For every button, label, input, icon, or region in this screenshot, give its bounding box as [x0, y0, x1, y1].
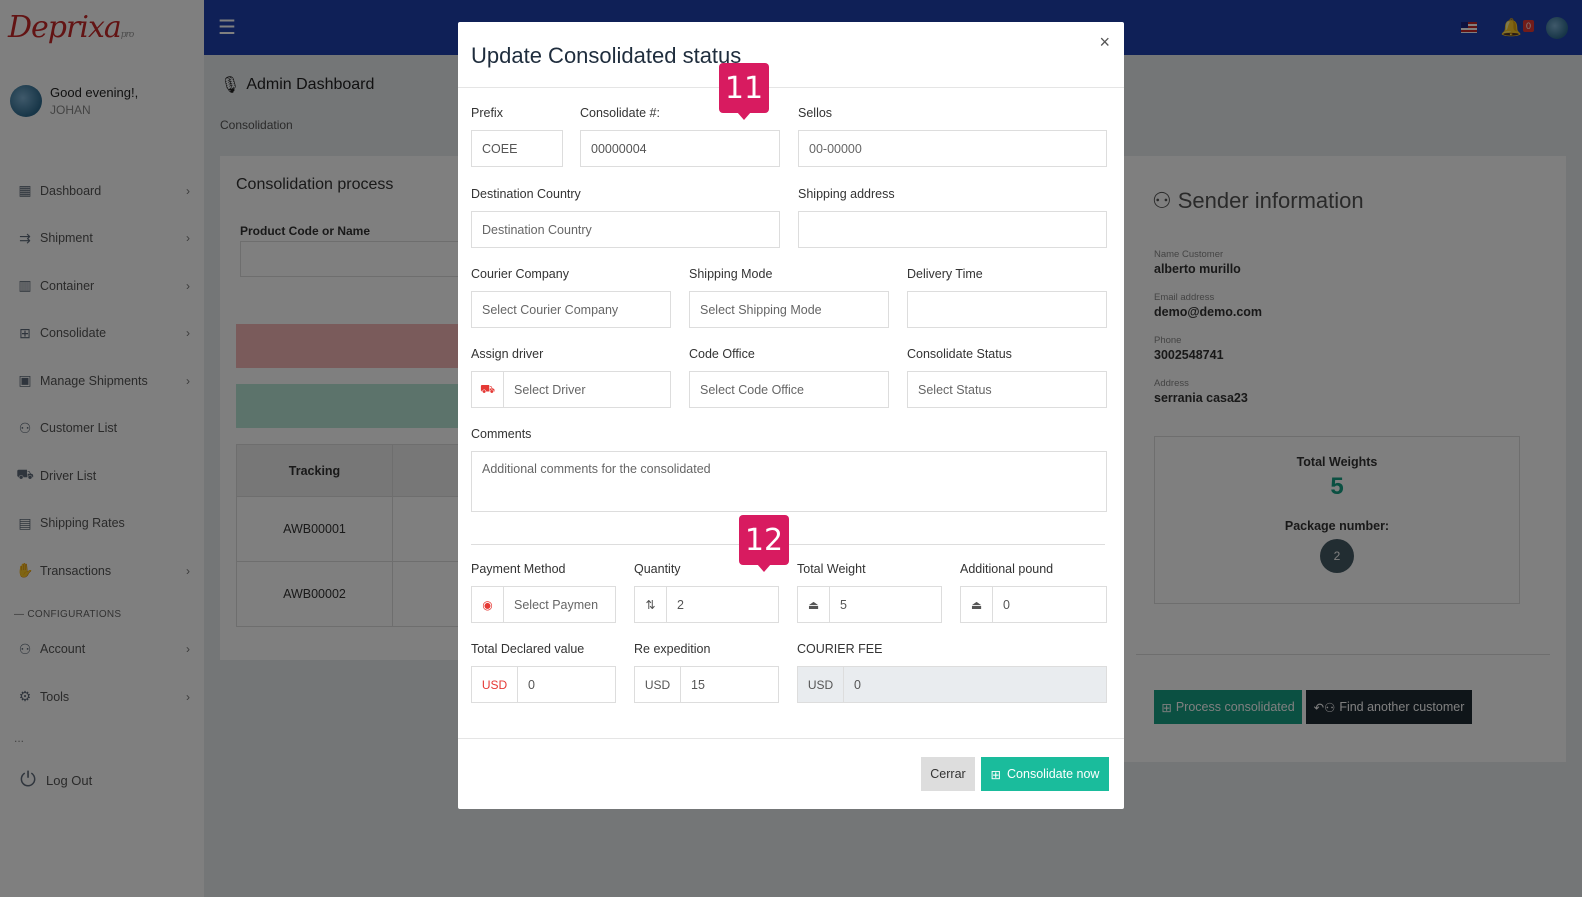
- consolidate-number-input[interactable]: 00000004: [580, 130, 780, 167]
- quantity-input[interactable]: ⇅ 2: [634, 586, 779, 623]
- total-weight-label: Total Weight: [797, 562, 866, 576]
- courier-company-label: Courier Company: [471, 267, 569, 281]
- sellos-field: Sellos 00-00000: [798, 106, 1107, 167]
- destination-country-label: Destination Country: [471, 187, 581, 201]
- total-declared-field: Total Declared value USD 0: [471, 642, 616, 703]
- sort-numeric-icon: ⇅: [635, 587, 667, 622]
- cancel-button[interactable]: Cerrar: [921, 757, 975, 791]
- currency-addon: USD: [472, 667, 518, 702]
- shipping-mode-select[interactable]: Select Shipping Mode: [689, 291, 889, 328]
- code-office-select[interactable]: Select Code Office: [689, 371, 889, 408]
- shipping-mode-field: Shipping Mode Select Shipping Mode: [689, 267, 889, 328]
- assign-driver-text: Select Driver: [514, 382, 586, 397]
- assign-driver-field: Assign driver ⛟ Select Driver: [471, 347, 671, 408]
- prefix-label: Prefix: [471, 106, 503, 120]
- sellos-input[interactable]: 00-00000: [798, 130, 1107, 167]
- code-office-label: Code Office: [689, 347, 755, 361]
- callout-badge: 12: [739, 515, 789, 572]
- payment-method-select[interactable]: ◉ Select Paymen: [471, 586, 616, 623]
- courier-company-select[interactable]: Select Courier Company: [471, 291, 671, 328]
- courier-fee-field: COURIER FEE USD 0: [797, 642, 1107, 703]
- code-office-field: Code Office Select Code Office: [689, 347, 889, 408]
- re-expedition-value: 15: [691, 677, 705, 692]
- shipping-address-input[interactable]: [798, 211, 1107, 248]
- payment-icon: ◉: [472, 587, 504, 622]
- comments-label: Comments: [471, 427, 532, 441]
- sellos-label: Sellos: [798, 106, 833, 120]
- consolidate-now-label: Consolidate now: [1007, 767, 1100, 781]
- shipping-mode-label: Shipping Mode: [689, 267, 773, 281]
- weight-icon: ⏏: [961, 587, 993, 622]
- delivery-time-label: Delivery Time: [907, 267, 983, 281]
- assign-driver-select[interactable]: ⛟ Select Driver: [471, 371, 671, 408]
- quantity-value: 2: [677, 597, 684, 612]
- comments-field: Comments Additional comments for the con…: [471, 427, 1107, 512]
- modal-footer: Cerrar ⊞ Consolidate now: [458, 738, 1124, 809]
- gift-icon: ⊞: [990, 767, 1002, 782]
- courier-company-field: Courier Company Select Courier Company: [471, 267, 671, 328]
- car-icon: ⛟: [472, 372, 504, 407]
- total-declared-input[interactable]: USD 0: [471, 666, 616, 703]
- courier-fee-value: 0: [854, 677, 861, 692]
- additional-pound-label: Additional pound: [960, 562, 1054, 576]
- destination-country-input[interactable]: Destination Country: [471, 211, 780, 248]
- update-consolidated-modal: Update Consolidated status × Prefix COEE…: [458, 22, 1124, 809]
- additional-pound-field: Additional pound ⏏ 0: [960, 562, 1107, 623]
- modal-title: Update Consolidated status: [471, 43, 742, 68]
- callout-badge: 11: [719, 63, 769, 120]
- delivery-time-input[interactable]: [907, 291, 1107, 328]
- payment-method-text: Select Paymen: [514, 597, 599, 612]
- destination-country-field: Destination Country Destination Country: [471, 187, 780, 248]
- total-weight-input[interactable]: ⏏ 5: [797, 586, 942, 623]
- consolidate-status-field: Consolidate Status Select Status: [907, 347, 1107, 408]
- assign-driver-label: Assign driver: [471, 347, 544, 361]
- currency-addon: USD: [798, 667, 844, 702]
- prefix-field: Prefix COEE: [471, 106, 563, 167]
- additional-pound-input[interactable]: ⏏ 0: [960, 586, 1107, 623]
- payment-method-field: Payment Method ◉ Select Paymen: [471, 562, 616, 623]
- total-declared-label: Total Declared value: [471, 642, 585, 656]
- total-weight-value: 5: [840, 597, 847, 612]
- shipping-address-field: Shipping address: [798, 187, 1107, 248]
- consolidate-status-label: Consolidate Status: [907, 347, 1012, 361]
- modal-header: Update Consolidated status ×: [458, 22, 1124, 88]
- courier-fee-label: COURIER FEE: [797, 642, 883, 656]
- re-expedition-label: Re expedition: [634, 642, 711, 656]
- re-expedition-input[interactable]: USD 15: [634, 666, 779, 703]
- additional-pound-value: 0: [1003, 597, 1010, 612]
- comments-textarea[interactable]: Additional comments for the consolidated: [471, 451, 1107, 512]
- payment-method-label: Payment Method: [471, 562, 566, 576]
- total-weight-field: Total Weight ⏏ 5: [797, 562, 942, 623]
- delivery-time-field: Delivery Time: [907, 267, 1107, 328]
- currency-addon: USD: [635, 667, 681, 702]
- weight-icon: ⏏: [798, 587, 830, 622]
- re-expedition-field: Re expedition USD 15: [634, 642, 779, 703]
- prefix-input[interactable]: COEE: [471, 130, 563, 167]
- courier-fee-input: USD 0: [797, 666, 1107, 703]
- consolidate-status-select[interactable]: Select Status: [907, 371, 1107, 408]
- close-icon[interactable]: ×: [1099, 32, 1110, 53]
- shipping-address-label: Shipping address: [798, 187, 895, 201]
- total-declared-value: 0: [528, 677, 535, 692]
- consolidate-now-button[interactable]: ⊞ Consolidate now: [981, 757, 1109, 791]
